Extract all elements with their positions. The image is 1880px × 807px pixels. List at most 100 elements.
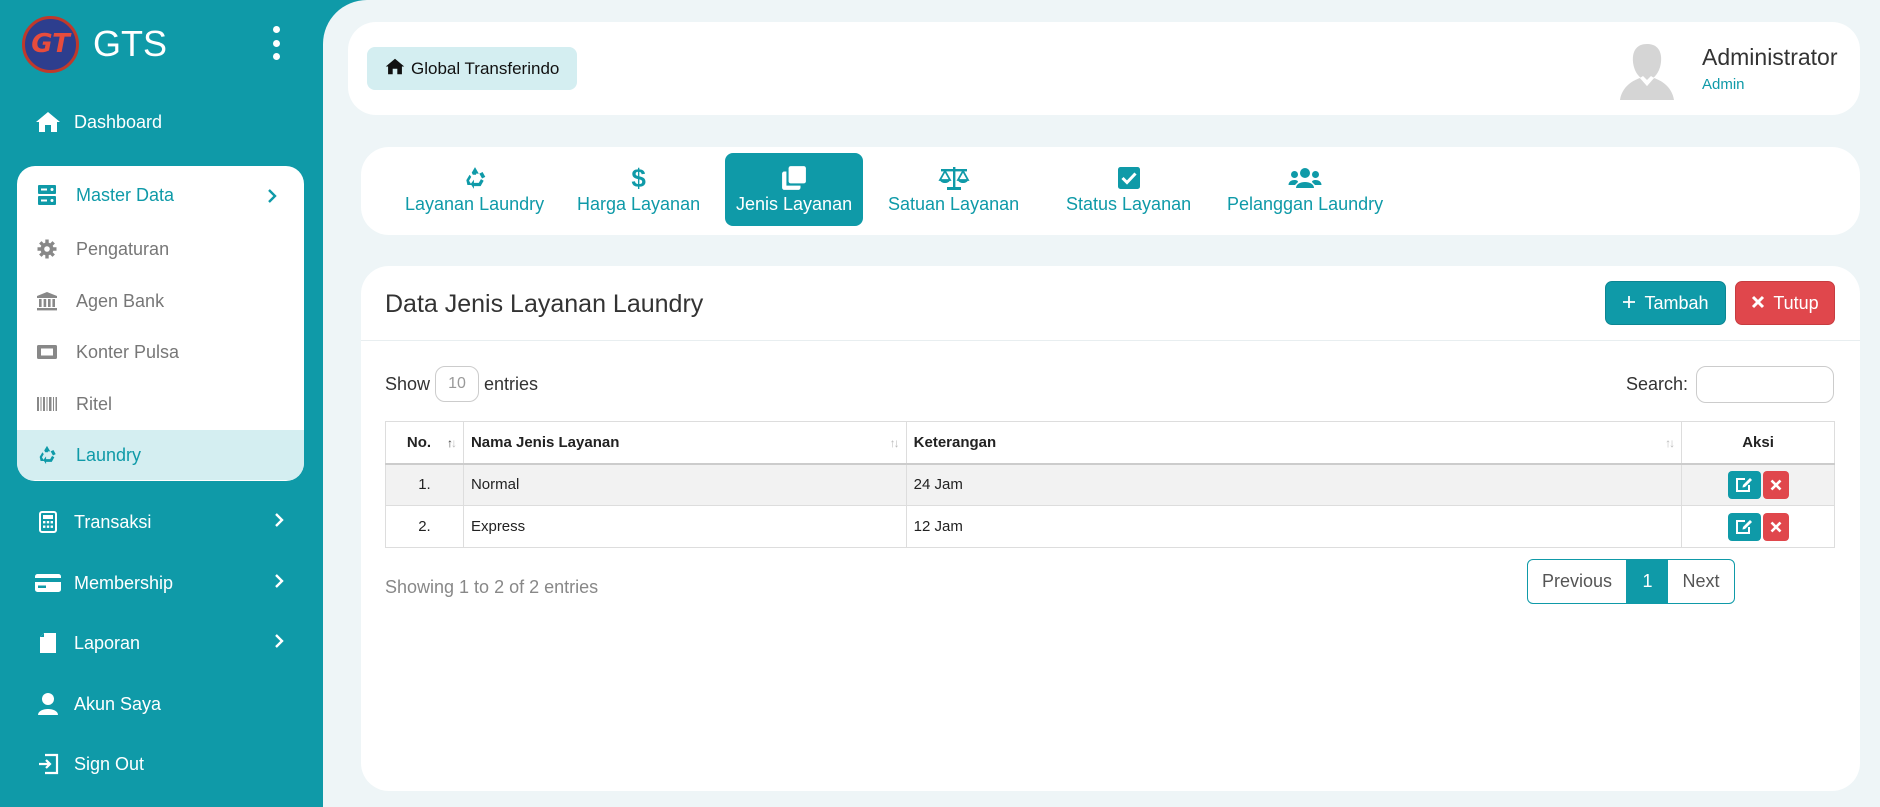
bank-icon (34, 288, 60, 314)
tab-harga-layanan[interactable]: $ Harga Layanan (566, 153, 711, 226)
tab-label: Jenis Layanan (736, 194, 853, 214)
credit-card-icon (34, 569, 62, 597)
sidebar-item-sign-out[interactable]: Sign Out (34, 744, 290, 784)
sidebar-item-label: Sign Out (74, 753, 145, 774)
data-table: No. ↑↓ Nama Jenis Layanan ↑↓ Keterangan ↑↓ … (385, 421, 1835, 548)
column-header-nama[interactable]: Nama Jenis Layanan ↑↓ (462, 421, 907, 465)
balance-scale-icon (938, 164, 970, 192)
delete-button[interactable] (1762, 512, 1789, 541)
sidebar-item-label: Ritel (76, 393, 113, 414)
sidebar-item-master-data[interactable]: Master Data (17, 170, 304, 220)
tab-label: Harga Layanan (577, 194, 701, 214)
entries-select[interactable]: 10 (435, 366, 480, 402)
sidebar-item-label: Transaksi (74, 511, 152, 532)
tab-jenis-layanan[interactable]: Jenis Layanan (725, 153, 864, 226)
previous-page-button[interactable]: Previous (1528, 560, 1627, 603)
search-label: Search: (1626, 374, 1689, 394)
delete-button[interactable] (1762, 470, 1789, 499)
cell-no: 2. (385, 505, 464, 548)
sidebar-item-label: Konter Pulsa (76, 341, 180, 362)
sidebar-item-konter-pulsa[interactable]: Konter Pulsa (17, 327, 304, 377)
sidebar-item-label: Laundry (76, 444, 142, 465)
tab-layanan-laundry[interactable]: Layanan Laundry (394, 153, 555, 226)
tab-label: Pelanggan Laundry (1227, 194, 1384, 214)
ticket-icon (34, 339, 60, 365)
search-input[interactable] (1696, 366, 1835, 403)
search-control: Search: (1626, 366, 1835, 403)
sidebar-item-membership[interactable]: Membership (34, 563, 290, 603)
pagination: Previous 1 Next (1527, 559, 1735, 604)
chevron-right-icon (274, 633, 284, 654)
brand-logo: GT (22, 15, 79, 73)
sidebar-item-agen-bank[interactable]: Agen Bank (17, 276, 304, 326)
recycle-icon (34, 442, 60, 468)
cell-nama: Normal (462, 463, 907, 506)
user-name: Administrator (1702, 44, 1838, 70)
close-icon (1770, 479, 1781, 491)
sidebar-item-laporan[interactable]: Laporan (34, 623, 290, 663)
avatar[interactable] (1618, 40, 1676, 100)
top-bar: Global Transferindo Administrator Admin (348, 22, 1860, 115)
server-icon (34, 182, 60, 208)
master-data-submenu: Master Data Pengaturan Agen Bank Konter … (17, 166, 304, 481)
chevron-right-icon (274, 512, 284, 533)
brand[interactable]: GT GTS (22, 15, 167, 73)
user-icon (34, 690, 62, 718)
close-button[interactable]: Tutup (1735, 281, 1835, 325)
sort-icon: ↑↓ (889, 436, 900, 450)
sidebar: GT GTS Dashboard Master Data Pengaturan (0, 0, 323, 807)
edit-button[interactable] (1727, 470, 1761, 499)
card-header: Data Jenis Layanan Laundry Tambah Tutup (361, 266, 1860, 341)
sidebar-item-ritel[interactable]: Ritel (17, 379, 304, 429)
kebab-menu-icon[interactable] (268, 26, 284, 60)
card-title: Data Jenis Layanan Laundry (385, 290, 704, 318)
add-button[interactable]: Tambah (1605, 281, 1726, 325)
sidebar-item-transaksi[interactable]: Transaksi (34, 502, 290, 542)
sort-icon: ↑↓ (1665, 436, 1675, 450)
sign-out-icon (34, 750, 62, 778)
sidebar-item-label: Agen Bank (76, 290, 165, 311)
tab-label: Satuan Layanan (888, 194, 1020, 214)
tab-satuan-layanan[interactable]: Satuan Layanan (877, 153, 1030, 226)
check-square-icon (1117, 164, 1141, 192)
column-header-no[interactable]: No. ↑↓ (385, 421, 464, 465)
cell-nama: Express (462, 505, 907, 548)
sidebar-item-pengaturan[interactable]: Pengaturan (17, 224, 304, 274)
edit-icon (1736, 477, 1753, 492)
column-header-aksi: Aksi (1681, 421, 1835, 465)
breadcrumb-home[interactable]: Global Transferindo (367, 47, 578, 90)
column-header-keterangan[interactable]: Keterangan ↑↓ (905, 421, 1683, 465)
edit-icon (1736, 519, 1753, 534)
close-button-label: Tutup (1773, 292, 1819, 313)
breadcrumb-label: Global Transferindo (411, 58, 560, 78)
home-icon (34, 108, 62, 136)
tab-status-layanan[interactable]: Status Layanan (1055, 153, 1202, 226)
brand-name: GTS (93, 23, 168, 64)
table-header-row: No. ↑↓ Nama Jenis Layanan ↑↓ Keterangan ↑↓ … (385, 421, 1835, 465)
add-button-label: Tambah (1644, 292, 1709, 313)
barcode-icon (34, 391, 60, 417)
next-page-button[interactable]: Next (1668, 560, 1734, 603)
sidebar-item-label: Laporan (74, 632, 141, 653)
cell-keterangan: 12 Jam (905, 505, 1683, 548)
cell-aksi (1681, 505, 1835, 548)
dollar-icon: $ (631, 163, 646, 193)
home-icon (385, 58, 411, 80)
edit-button[interactable] (1727, 512, 1761, 541)
sidebar-item-dashboard[interactable]: Dashboard (34, 102, 290, 142)
sidebar-item-label: Dashboard (74, 111, 163, 132)
sidebar-item-laundry[interactable]: Laundry (17, 430, 304, 480)
table-info: Showing 1 to 2 of 2 entries (385, 577, 599, 597)
tab-bar: Layanan Laundry $ Harga Layanan Jenis La… (361, 147, 1860, 235)
data-card: Data Jenis Layanan Laundry Tambah Tutup … (361, 266, 1860, 791)
chevron-right-icon (267, 188, 277, 209)
cell-aksi (1681, 463, 1835, 506)
page-1-button[interactable]: 1 (1627, 560, 1668, 603)
file-icon (34, 629, 62, 657)
cell-keterangan: 24 Jam (905, 463, 1683, 506)
tab-pelanggan-laundry[interactable]: Pelanggan Laundry (1216, 153, 1394, 226)
calculator-icon (34, 508, 62, 536)
close-icon (1751, 293, 1773, 314)
sort-asc-icon: ↑↓ (446, 436, 457, 450)
sidebar-item-akun-saya[interactable]: Akun Saya (34, 684, 290, 724)
